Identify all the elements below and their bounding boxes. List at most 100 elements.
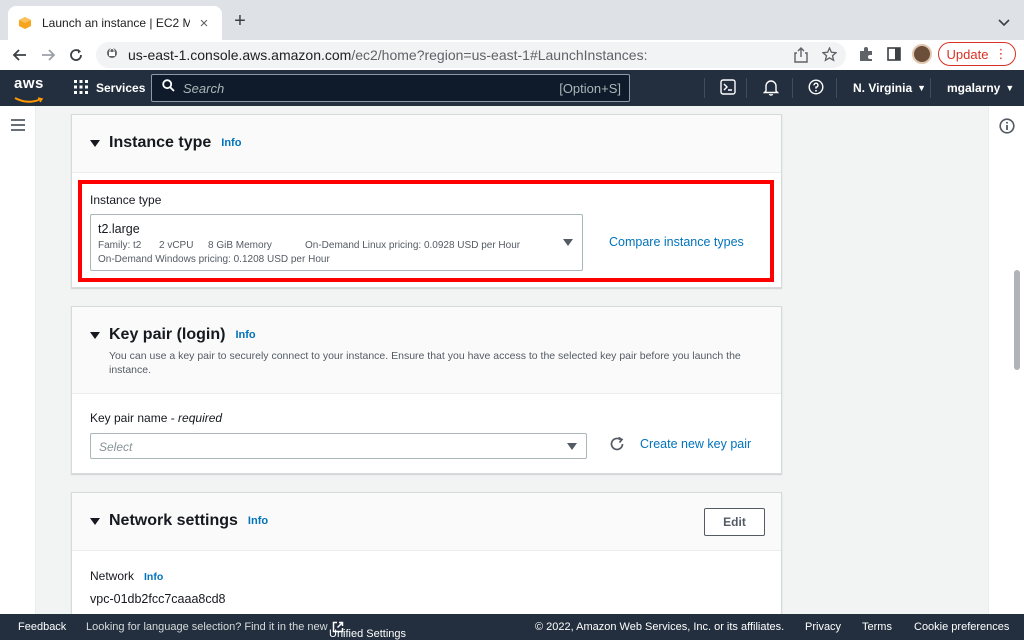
language-notice: Looking for language selection? Find it … — [86, 621, 328, 633]
key-pair-info-link[interactable]: Info — [235, 329, 255, 341]
collapse-caret-icon[interactable] — [90, 332, 100, 339]
unified-settings-label: Unified Settings — [329, 628, 407, 640]
instance-type-panel: Instance type Info Instance type t2.large… — [71, 114, 782, 288]
new-tab-button[interactable]: + — [230, 11, 250, 31]
browser-tab[interactable]: Launch an instance | EC2 Mana × — [8, 6, 222, 40]
unified-settings-link[interactable]: Unified Settings — [329, 621, 406, 640]
account-menu[interactable]: mgalarny ▼ — [947, 70, 1014, 106]
aws-search-input[interactable]: Search [Option+S] — [151, 74, 630, 102]
instance-type-select[interactable]: t2.large Family: t2 2 vCPU 8 GiB Memory … — [90, 214, 583, 271]
search-placeholder: Search — [183, 80, 225, 96]
section-title: Network settings Info — [109, 512, 268, 530]
key-pair-header[interactable]: Key pair (login) Info You can use a key p… — [72, 307, 781, 394]
instance-type-title: Instance type — [109, 134, 212, 151]
close-tab-icon[interactable]: × — [196, 15, 212, 32]
collapse-caret-icon[interactable] — [90, 518, 100, 525]
network-label-text: Network — [90, 569, 135, 583]
search-icon — [162, 79, 175, 97]
key-pair-select[interactable]: Select — [90, 433, 587, 459]
nav-divider — [704, 78, 705, 98]
compare-instance-types-link[interactable]: Compare instance types — [609, 235, 744, 249]
instance-vcpu: 2 vCPU — [159, 240, 194, 251]
section-title: Instance type Info — [109, 134, 241, 152]
key-pair-placeholder: Select — [99, 440, 133, 454]
required-marker: required — [178, 411, 223, 425]
share-icon[interactable] — [794, 47, 808, 68]
network-info-link[interactable]: Info — [144, 571, 163, 583]
nav-divider — [836, 78, 837, 98]
side-navigation-rail — [0, 106, 36, 614]
url-host: us-east-1.console.aws.amazon.com — [128, 47, 352, 63]
cloudshell-icon[interactable] — [720, 79, 736, 100]
network-settings-title: Network settings — [109, 512, 238, 529]
feedback-link[interactable]: Feedback — [18, 621, 66, 633]
network-settings-header[interactable]: Network settings Info Edit — [72, 493, 781, 551]
instance-type-info-link[interactable]: Info — [221, 137, 241, 149]
aws-cube-icon — [18, 16, 32, 30]
address-bar[interactable]: us-east-1.console.aws.amazon.com/ec2/hom… — [96, 42, 846, 68]
instance-memory: 8 GiB Memory — [208, 240, 272, 251]
services-label: Services — [96, 81, 146, 95]
key-pair-panel: Key pair (login) Info You can use a key p… — [71, 306, 782, 474]
bookmark-star-icon[interactable] — [821, 46, 838, 67]
update-label: Update — [946, 46, 989, 62]
search-shortcut: [Option+S] — [559, 80, 621, 96]
region-selector[interactable]: N. Virginia ▼ — [853, 70, 926, 106]
instance-family: Family: t2 — [98, 240, 142, 251]
collapse-caret-icon[interactable] — [90, 140, 100, 147]
forward-arrow-icon[interactable] — [38, 45, 58, 65]
account-name: mgalarny — [947, 81, 1001, 95]
caret-down-icon: ▼ — [1005, 83, 1015, 93]
instance-type-header[interactable]: Instance type Info — [72, 115, 781, 173]
aws-smile-icon — [14, 97, 44, 103]
aws-top-nav: aws Services Search [Option+S] N. Virgin… — [0, 70, 1024, 106]
network-vpc-value: vpc-01db2fcc7caaa8cd8 — [90, 592, 226, 606]
linux-pricing: On-Demand Linux pricing: 0.0928 USD per … — [305, 240, 521, 251]
services-menu[interactable]: Services — [74, 70, 145, 106]
back-arrow-icon[interactable] — [10, 45, 30, 65]
region-label: N. Virginia — [853, 81, 913, 95]
dropdown-caret-icon — [567, 443, 577, 450]
key-pair-field-label: Key pair name - required — [90, 411, 222, 425]
edit-network-button[interactable]: Edit — [704, 508, 765, 536]
edit-label: Edit — [723, 515, 746, 529]
update-button[interactable]: Update ⋮ — [938, 42, 1016, 66]
nav-divider — [746, 78, 747, 98]
instance-type-field-label: Instance type — [90, 193, 162, 207]
network-settings-panel: Network settings Info Edit Network Info vp… — [71, 492, 782, 622]
key-pair-label-text: Key pair name - — [90, 411, 179, 425]
browser-toolbar: us-east-1.console.aws.amazon.com/ec2/hom… — [0, 40, 1024, 70]
info-circle-icon[interactable] — [999, 118, 1015, 139]
menu-hamburger-icon[interactable] — [11, 118, 25, 136]
services-grid-icon — [74, 79, 88, 97]
site-info-icon[interactable] — [106, 46, 118, 64]
terms-link[interactable]: Terms — [862, 621, 892, 633]
nav-divider — [930, 78, 931, 98]
side-panel-icon[interactable] — [886, 46, 902, 67]
key-pair-description: You can use a key pair to securely conne… — [109, 350, 741, 376]
network-field-label: Network Info — [90, 569, 163, 583]
privacy-link[interactable]: Privacy — [805, 621, 841, 633]
tab-search-chevron-icon[interactable] — [998, 14, 1010, 32]
create-key-pair-link[interactable]: Create new key pair — [640, 437, 751, 451]
page-scrollbar[interactable] — [1014, 270, 1020, 370]
console-footer: Feedback Looking for language selection?… — [0, 614, 1024, 640]
reload-icon[interactable] — [66, 45, 86, 65]
dropdown-caret-icon — [563, 239, 573, 246]
help-question-icon[interactable] — [808, 79, 824, 100]
tab-title: Launch an instance | EC2 Mana — [42, 16, 190, 30]
windows-pricing: On-Demand Windows pricing: 0.1208 USD pe… — [98, 254, 330, 265]
caret-down-icon: ▼ — [917, 83, 927, 93]
network-settings-info-link[interactable]: Info — [248, 515, 268, 527]
url-path: /ec2/home?region=us-east-1#LaunchInstanc… — [351, 47, 648, 63]
extensions-puzzle-icon[interactable] — [858, 46, 874, 67]
profile-avatar[interactable] — [912, 44, 932, 64]
aws-logo[interactable]: aws — [14, 76, 48, 103]
cookie-preferences-link[interactable]: Cookie preferences — [914, 621, 1009, 633]
selected-instance-name: t2.large — [98, 222, 140, 236]
key-pair-title: Key pair (login) — [109, 326, 226, 343]
browser-tab-bar: Launch an instance | EC2 Mana × + — [0, 0, 1024, 40]
nav-divider — [792, 78, 793, 98]
notifications-bell-icon[interactable] — [762, 79, 780, 101]
refresh-icon[interactable] — [609, 436, 625, 457]
